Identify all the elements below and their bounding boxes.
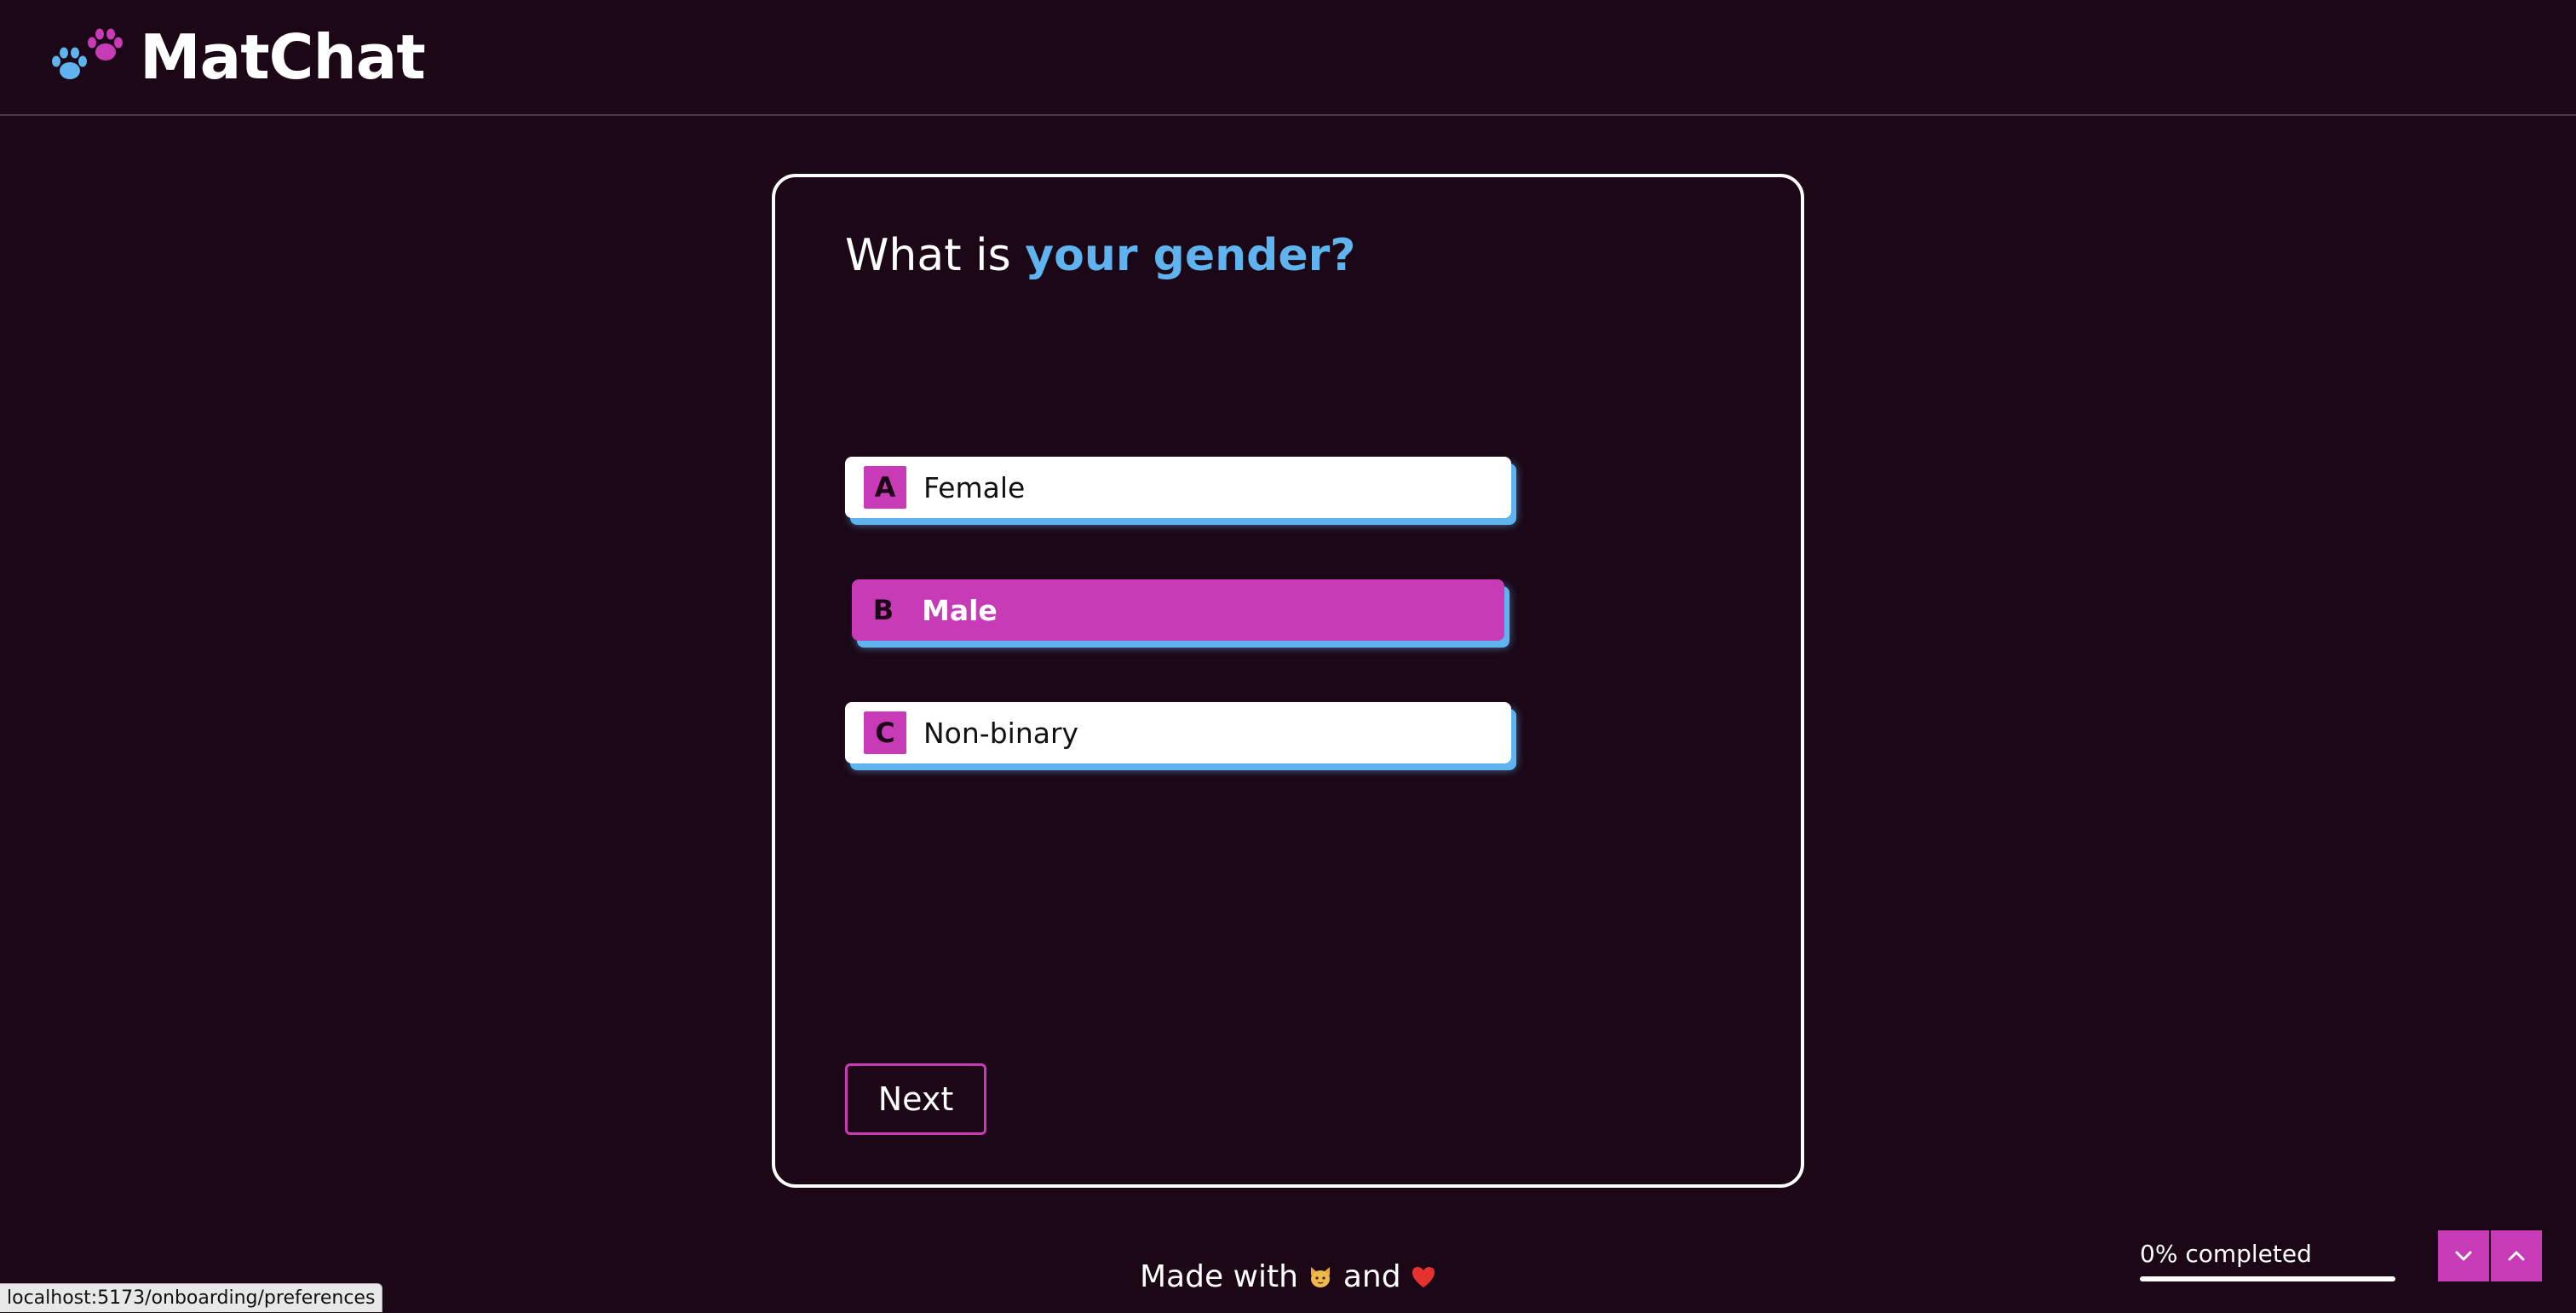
progress-text: 0% completed <box>2140 1240 2312 1268</box>
brand-name[interactable]: MatChat <box>140 26 426 88</box>
question-nav <box>2438 1230 2542 1281</box>
next-question-button[interactable] <box>2438 1230 2489 1281</box>
question-accent: your gender? <box>1025 230 1356 281</box>
previous-question-button[interactable] <box>2491 1230 2542 1281</box>
option-label-male: Male <box>922 593 998 627</box>
option-non-binary[interactable]: C Non-binary <box>845 702 1511 763</box>
question-prefix: What is <box>845 230 1026 281</box>
footer-and: and <box>1343 1259 1401 1294</box>
paw-blue-icon <box>52 47 87 79</box>
status-bar-url: localhost:5173/onboarding/preferences <box>0 1283 383 1312</box>
option-female[interactable]: A Female <box>845 457 1511 518</box>
option-male[interactable]: B Male <box>852 579 1504 641</box>
cat-emoji-icon <box>1311 1267 1331 1287</box>
question-title: What is your gender? <box>845 222 1355 290</box>
chevron-down-icon <box>2455 1251 2472 1261</box>
footer-credit: Made with and <box>1107 1259 1469 1294</box>
option-key-c: C <box>864 711 906 754</box>
progress-indicator: 0% completed <box>2140 1237 2395 1281</box>
option-key-b: B <box>872 594 894 626</box>
next-button[interactable]: Next <box>845 1063 986 1135</box>
option-label-female: Female <box>923 470 1026 504</box>
heart-icon <box>1412 1267 1435 1287</box>
chevron-up-icon <box>2508 1251 2525 1261</box>
question-card: What is your gender? A Female B Male C N… <box>772 174 1804 1188</box>
option-key-a: A <box>864 466 906 509</box>
logo-mark <box>49 26 131 94</box>
progress-track <box>2140 1276 2395 1281</box>
option-label-non-binary: Non-binary <box>923 716 1079 750</box>
footer-made-with: Made with <box>1139 1259 1298 1294</box>
top-bar: MatChat <box>0 0 2576 116</box>
paw-pink-icon <box>88 28 123 60</box>
